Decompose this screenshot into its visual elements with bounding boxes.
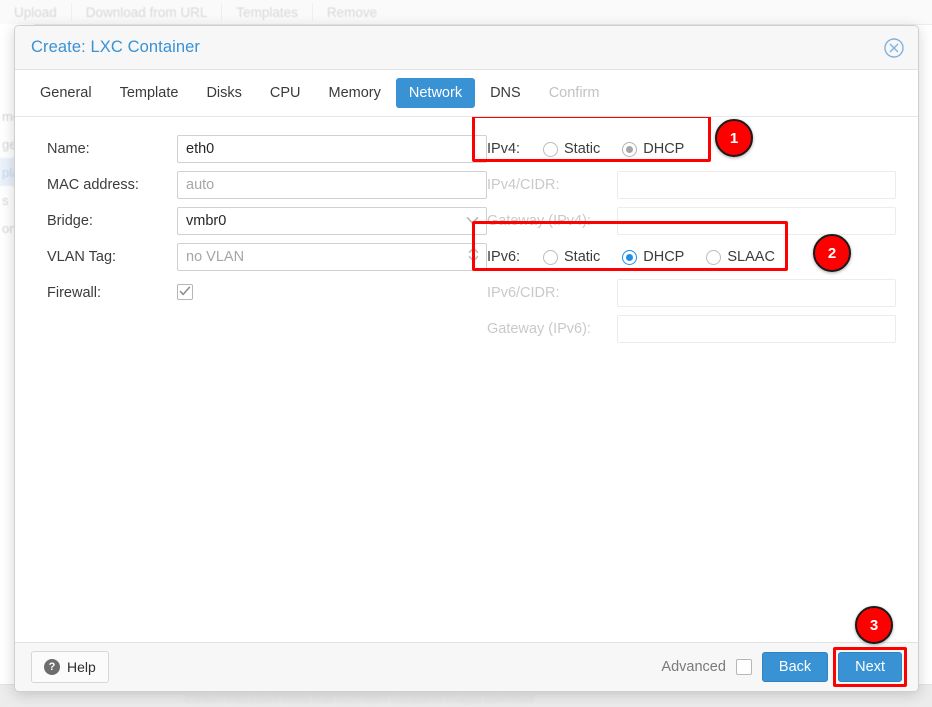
- ipv4-static-radio[interactable]: Static: [543, 141, 600, 157]
- ipv4-label: IPv4:: [487, 141, 543, 157]
- dialog-header: Create: LXC Container: [15, 26, 918, 70]
- help-button[interactable]: ? Help: [31, 651, 109, 683]
- ipv4-radio-group: IPv4: Static DHCP: [487, 131, 896, 167]
- ipv6-slaac-radio[interactable]: SLAAC: [706, 249, 775, 265]
- tab-confirm: Confirm: [536, 78, 613, 108]
- annotation-badge-1: 1: [715, 119, 753, 157]
- field-row-ipv6-gateway: Gateway (IPv6):: [487, 311, 896, 347]
- firewall-label: Firewall:: [47, 285, 177, 301]
- dialog-tabbar: General Template Disks CPU Memory Networ…: [15, 70, 918, 117]
- mac-address-label: MAC address:: [47, 177, 177, 193]
- dialog-title: Create: LXC Container: [31, 38, 200, 57]
- ipv4-cidr-label: IPv4/CIDR:: [487, 177, 617, 193]
- screen: Upload Download from URL Templates Remov…: [0, 0, 932, 707]
- ipv6-static-radio[interactable]: Static: [543, 249, 600, 265]
- background-toolbar: Upload Download from URL Templates Remov…: [0, 0, 932, 25]
- background-toolbar-item-0[interactable]: Upload: [0, 0, 71, 24]
- vlan-tag-label: VLAN Tag:: [47, 249, 177, 265]
- field-row-mac-address: MAC address:: [47, 167, 487, 203]
- advanced-label: Advanced: [661, 659, 726, 675]
- ipv4-dhcp-label: DHCP: [643, 141, 684, 157]
- question-circle-icon: ?: [44, 659, 60, 675]
- ipv4-static-label: Static: [564, 141, 600, 157]
- background-toolbar-item-2[interactable]: Templates: [222, 0, 312, 24]
- tab-network[interactable]: Network: [396, 78, 475, 108]
- radio-selected-icon: [622, 250, 637, 265]
- tab-disks[interactable]: Disks: [193, 78, 254, 108]
- advanced-checkbox[interactable]: [736, 659, 752, 675]
- next-button-wrapper: Next: [838, 652, 902, 682]
- name-label: Name:: [47, 141, 177, 157]
- vlan-tag-input[interactable]: [177, 243, 487, 271]
- network-right-column: IPv4: Static DHCP IPv4/CIDR:: [487, 131, 918, 347]
- ipv4-gateway-input: [617, 207, 896, 235]
- ipv6-dhcp-radio[interactable]: DHCP: [622, 249, 684, 265]
- close-circle-icon[interactable]: [882, 36, 906, 60]
- tab-dns[interactable]: DNS: [477, 78, 534, 108]
- network-left-column: Name: MAC address: Bridge:: [15, 131, 487, 311]
- ipv4-cidr-input: [617, 171, 896, 199]
- tab-template[interactable]: Template: [107, 78, 192, 108]
- mac-address-input[interactable]: [177, 171, 487, 199]
- ipv6-gateway-label: Gateway (IPv6):: [487, 321, 617, 337]
- ipv4-dhcp-radio[interactable]: DHCP: [622, 141, 684, 157]
- field-row-bridge: Bridge:: [47, 203, 487, 239]
- background-toolbar-item-1[interactable]: Download from URL: [72, 0, 222, 24]
- help-label: Help: [67, 659, 96, 675]
- ipv6-cidr-label: IPv6/CIDR:: [487, 285, 617, 301]
- tab-general[interactable]: General: [27, 78, 105, 108]
- radio-icon: [543, 142, 558, 157]
- ipv4-gateway-label: Gateway (IPv4):: [487, 213, 617, 229]
- tab-memory[interactable]: Memory: [316, 78, 394, 108]
- field-row-firewall: Firewall:: [47, 275, 487, 311]
- next-button[interactable]: Next: [838, 652, 902, 682]
- back-button[interactable]: Back: [762, 652, 828, 682]
- radio-selected-icon: [622, 142, 637, 157]
- tab-cpu[interactable]: CPU: [257, 78, 314, 108]
- ipv6-label: IPv6:: [487, 249, 543, 265]
- annotation-badge-3: 3: [855, 606, 893, 644]
- field-row-ipv4-cidr: IPv4/CIDR:: [487, 167, 896, 203]
- field-row-ipv6-cidr: IPv6/CIDR:: [487, 275, 896, 311]
- bridge-select[interactable]: [177, 207, 487, 235]
- annotation-badge-2: 2: [813, 234, 851, 272]
- field-row-vlan-tag: VLAN Tag:: [47, 239, 487, 275]
- ipv6-dhcp-label: DHCP: [643, 249, 684, 265]
- ipv6-slaac-label: SLAAC: [727, 249, 775, 265]
- radio-icon: [706, 250, 721, 265]
- ipv6-gateway-input: [617, 315, 896, 343]
- background-toolbar-item-3[interactable]: Remove: [313, 0, 391, 24]
- dialog-body: Name: MAC address: Bridge:: [15, 117, 918, 642]
- dialog-footer: ? Help Advanced Back Next: [15, 642, 918, 691]
- bridge-label: Bridge:: [47, 213, 177, 229]
- create-lxc-container-dialog: Create: LXC Container General Template D…: [14, 25, 919, 692]
- name-input[interactable]: [177, 135, 487, 163]
- ipv6-cidr-input: [617, 279, 896, 307]
- field-row-name: Name:: [47, 131, 487, 167]
- footer-actions: Advanced Back Next: [661, 652, 902, 682]
- firewall-checkbox[interactable]: [177, 284, 193, 300]
- radio-icon: [543, 250, 558, 265]
- background-status-text: Content Filesystem Mode built 2022 0067 …: [185, 694, 534, 706]
- ipv6-static-label: Static: [564, 249, 600, 265]
